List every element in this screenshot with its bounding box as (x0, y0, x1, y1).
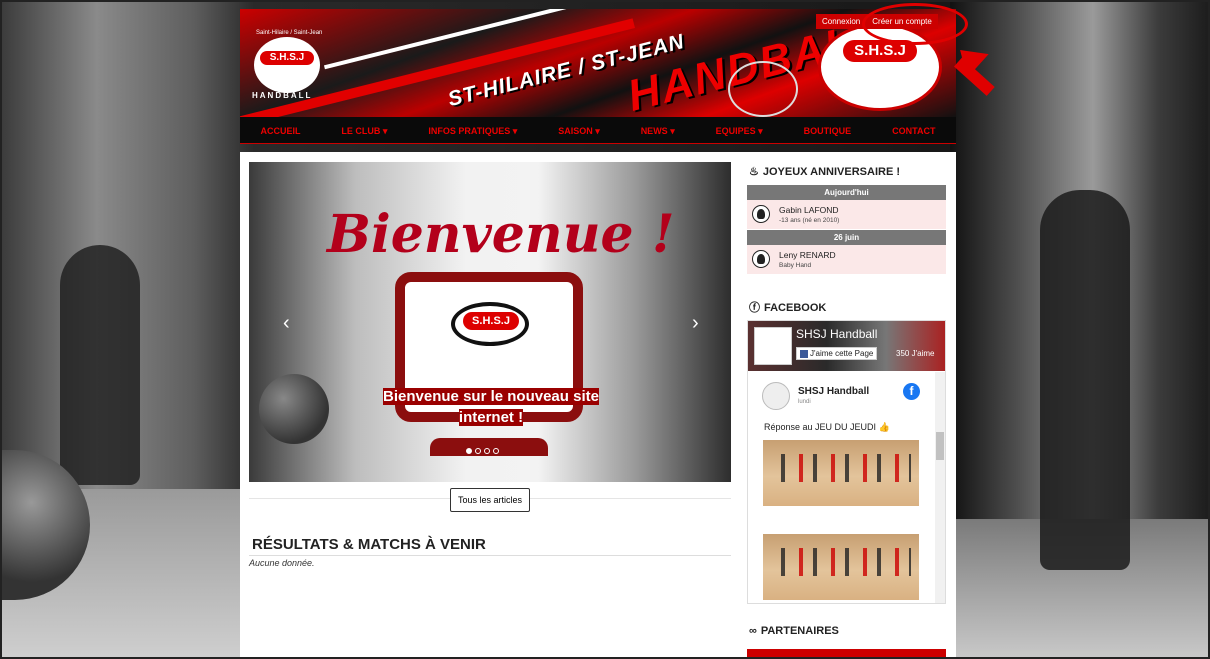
facebook-widget: SHSJ Handball J'aime cette Page 350 J'ai… (747, 320, 946, 604)
slide-caption: Bienvenue sur le nouveau site internet ! (367, 386, 615, 428)
nav-item-news[interactable]: NEWS ▾ (641, 126, 675, 137)
birthday-detail: Baby Hand (779, 262, 812, 269)
slider-dot[interactable] (475, 448, 481, 454)
facebook-logo-icon: f (903, 383, 920, 400)
partners-title: PARTENAIRES (760, 625, 839, 637)
slider-prev-button[interactable]: ‹ (283, 312, 290, 335)
slider-dot[interactable] (484, 448, 490, 454)
birthday-name: Leny RENARD (779, 250, 836, 260)
slide-caption-line1: Bienvenue sur le nouveau site (383, 388, 599, 405)
birthday-item[interactable]: Leny RENARD Baby Hand (747, 245, 946, 275)
facebook-like-count: 350 J'aime (896, 349, 935, 358)
background-player (1040, 190, 1130, 570)
nav-item-accueil[interactable]: ACCUEIL (260, 126, 300, 136)
monitor-logo-text: S.H.S.J (463, 312, 519, 330)
birthday-title: JOYEUX ANNIVERSAIRE ! (762, 166, 900, 178)
logo-subtitle: HANDBALL (252, 91, 313, 100)
background-player (60, 245, 140, 485)
facebook-scrollbar[interactable] (935, 372, 945, 603)
header-banner: Saint-Hilaire / Saint-Jean S.H.S.J HANDB… (240, 9, 956, 130)
facebook-heading: ⓕ FACEBOOK (749, 299, 826, 315)
main-content: Bienvenue ! S.H.S.J Bienvenue sur le nou… (240, 152, 956, 659)
results-title: RÉSULTATS & MATCHS À VENIR (252, 536, 486, 553)
scrollbar-thumb[interactable] (936, 432, 944, 460)
slider-next-button[interactable]: › (692, 312, 699, 335)
user-avatar-icon (752, 250, 770, 268)
facebook-post-text: Réponse au JEU DU JEUDI 👍 (764, 422, 890, 432)
birthday-heading: ♨ JOYEUX ANNIVERSAIRE ! (749, 165, 900, 178)
logo-text: S.H.S.J (260, 51, 314, 65)
nav-item-equipes[interactable]: EQUIPES ▾ (716, 126, 763, 137)
facebook-post-avatar (762, 382, 790, 410)
slide-caption-line2: internet ! (458, 409, 524, 426)
results-empty-message: Aucune donnée. (249, 558, 315, 568)
nav-item-boutique[interactable]: BOUTIQUE (804, 126, 852, 136)
partners-banner[interactable] (747, 649, 946, 659)
facebook-like-icon (800, 349, 808, 358)
facebook-post-author[interactable]: SHSJ Handball (798, 386, 869, 397)
birthday-detail: -13 ans (né en 2010) (779, 217, 840, 224)
user-avatar-icon (752, 205, 770, 223)
slider-dot[interactable] (466, 448, 472, 454)
monitor-logo: S.H.S.J (451, 302, 529, 346)
slider-dot[interactable] (493, 448, 499, 454)
nav-underline (240, 143, 956, 144)
results-divider (249, 555, 731, 556)
partners-heading: ∞ PARTENAIRES (749, 625, 839, 637)
logo-tagline: Saint-Hilaire / Saint-Jean (256, 30, 323, 36)
facebook-page-cover[interactable]: SHSJ Handball J'aime cette Page 350 J'ai… (748, 321, 945, 371)
facebook-page-avatar (754, 327, 792, 365)
cake-icon: ♨ (749, 166, 759, 178)
facebook-post-image[interactable] (763, 440, 919, 506)
facebook-like-label: J'aime cette Page (810, 349, 874, 358)
nav-item-infos-pratiques[interactable]: INFOS PRATIQUES ▾ (428, 126, 517, 137)
facebook-title: FACEBOOK (764, 302, 827, 314)
site-header: Saint-Hilaire / Saint-Jean S.H.S.J HANDB… (240, 9, 956, 144)
birthday-day-header: Aujourd'hui (747, 185, 946, 200)
facebook-post: SHSJ Handball lundi f Réponse au JEU DU … (748, 372, 934, 603)
birthday-day-header: 26 juin (747, 230, 946, 245)
handball-net-graphic (728, 61, 798, 117)
main-nav: ACCUEIL LE CLUB ▾ INFOS PRATIQUES ▾ SAIS… (240, 117, 956, 144)
nav-item-contact[interactable]: CONTACT (892, 126, 935, 136)
facebook-icon: ⓕ (749, 302, 760, 314)
link-icon: ∞ (749, 625, 757, 637)
facebook-post-image[interactable] (763, 534, 919, 600)
facebook-page-name[interactable]: SHSJ Handball (796, 327, 877, 341)
nav-item-le-club[interactable]: LE CLUB ▾ (341, 126, 387, 137)
birthday-item[interactable]: Gabin LAFOND -13 ans (né en 2010) (747, 200, 946, 230)
slide-ball-image (259, 374, 329, 444)
slide-title: Bienvenue ! (327, 204, 675, 265)
facebook-like-button[interactable]: J'aime cette Page (796, 347, 878, 360)
hero-slider[interactable]: Bienvenue ! S.H.S.J Bienvenue sur le nou… (249, 162, 731, 482)
nav-item-saison[interactable]: SAISON ▾ (558, 126, 600, 137)
slider-dots (466, 448, 499, 454)
facebook-post-date[interactable]: lundi (798, 399, 811, 405)
annotation-circle (862, 3, 968, 45)
club-logo[interactable]: S.H.S.J (254, 37, 320, 93)
birthday-name: Gabin LAFOND (779, 205, 839, 215)
birthday-list: Aujourd'hui Gabin LAFOND -13 ans (né en … (747, 185, 946, 275)
all-articles-button[interactable]: Tous les articles (450, 488, 531, 512)
login-link[interactable]: Connexion (816, 14, 866, 29)
